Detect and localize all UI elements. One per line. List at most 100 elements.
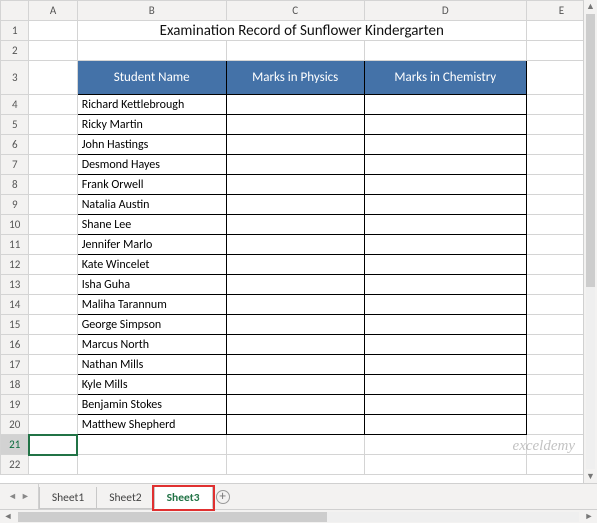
vscroll-track[interactable] <box>586 14 595 469</box>
cell-A18[interactable] <box>29 375 77 395</box>
cell-A16[interactable] <box>29 335 77 355</box>
column-header[interactable]: A <box>29 1 77 21</box>
row-header[interactable]: 6 <box>1 135 29 155</box>
row-header[interactable]: 13 <box>1 275 29 295</box>
row-header[interactable]: 4 <box>1 95 29 115</box>
cell-A8[interactable] <box>29 175 77 195</box>
row-header[interactable]: 19 <box>1 395 29 415</box>
cell-B10[interactable]: Shane Lee <box>77 215 226 235</box>
cell-B12[interactable]: Kate Wincelet <box>77 255 226 275</box>
row-header[interactable]: 8 <box>1 175 29 195</box>
cell-D21[interactable] <box>364 435 526 455</box>
row-header[interactable]: 15 <box>1 315 29 335</box>
cell-D14[interactable] <box>364 295 526 315</box>
scroll-left-icon[interactable]: ◄ <box>0 511 16 522</box>
cell-A11[interactable] <box>29 235 77 255</box>
cell-D5[interactable] <box>364 115 526 135</box>
cell-D18[interactable] <box>364 375 526 395</box>
cell-A21[interactable] <box>29 435 77 455</box>
cell-B7[interactable]: Desmond Hayes <box>77 155 226 175</box>
column-header[interactable]: C <box>226 1 364 21</box>
cell-D17[interactable] <box>364 355 526 375</box>
cell-D13[interactable] <box>364 275 526 295</box>
horizontal-scrollbar[interactable]: ◄ ► <box>0 509 597 523</box>
cell-B9[interactable]: Natalia Austin <box>77 195 226 215</box>
cell-A12[interactable] <box>29 255 77 275</box>
cell-A4[interactable] <box>29 95 77 115</box>
cell-A6[interactable] <box>29 135 77 155</box>
cell-C22[interactable] <box>226 455 364 475</box>
cell-A3[interactable] <box>29 61 77 95</box>
row-header[interactable]: 22 <box>1 455 29 475</box>
cell-B8[interactable]: Frank Orwell <box>77 175 226 195</box>
cell-C5[interactable] <box>226 115 364 135</box>
cell-D15[interactable] <box>364 315 526 335</box>
cell-A14[interactable] <box>29 295 77 315</box>
cell-D3[interactable]: Marks in Chemistry <box>364 61 526 95</box>
sheet-tab-sheet1[interactable]: Sheet1 <box>39 487 97 509</box>
scroll-down-icon[interactable]: ▼ <box>584 471 597 482</box>
tab-nav-prev-icon[interactable]: ◄ <box>8 491 17 502</box>
sheet-tab-sheet3[interactable]: Sheet3 <box>154 487 213 509</box>
cell-C21[interactable] <box>226 435 364 455</box>
cell-C18[interactable] <box>226 375 364 395</box>
cell-D7[interactable] <box>364 155 526 175</box>
cell-C13[interactable] <box>226 275 364 295</box>
cell-B22[interactable] <box>77 455 226 475</box>
cell-B20[interactable]: Matthew Shepherd <box>77 415 226 435</box>
cell-C11[interactable] <box>226 235 364 255</box>
row-header[interactable]: 18 <box>1 375 29 395</box>
cell-C6[interactable] <box>226 135 364 155</box>
cell-B3[interactable]: Student Name <box>77 61 226 95</box>
cell-C14[interactable] <box>226 295 364 315</box>
sheet-tab-sheet2[interactable]: Sheet2 <box>96 487 154 509</box>
cell-A1[interactable] <box>29 21 77 41</box>
row-header[interactable]: 3 <box>1 61 29 95</box>
row-header[interactable]: 9 <box>1 195 29 215</box>
row-header[interactable]: 21 <box>1 435 29 455</box>
cell-C17[interactable] <box>226 355 364 375</box>
cell-D10[interactable] <box>364 215 526 235</box>
scroll-up-icon[interactable]: ▲ <box>584 1 597 12</box>
cell-B15[interactable]: George Simpson <box>77 315 226 335</box>
cell-B17[interactable]: Nathan Mills <box>77 355 226 375</box>
row-header[interactable]: 5 <box>1 115 29 135</box>
cell-A19[interactable] <box>29 395 77 415</box>
cell-D12[interactable] <box>364 255 526 275</box>
cell-C7[interactable] <box>226 155 364 175</box>
cell-D2[interactable] <box>364 41 526 61</box>
cell-C3[interactable]: Marks in Physics <box>226 61 364 95</box>
scroll-right-icon[interactable]: ► <box>581 511 597 522</box>
row-header[interactable]: 14 <box>1 295 29 315</box>
cell-A10[interactable] <box>29 215 77 235</box>
cell-B1[interactable]: Examination Record of Sunflower Kinderga… <box>77 21 526 41</box>
row-header[interactable]: 17 <box>1 355 29 375</box>
cell-A15[interactable] <box>29 315 77 335</box>
vscroll-thumb[interactable] <box>586 14 595 287</box>
cell-A13[interactable] <box>29 275 77 295</box>
cell-B11[interactable]: Jennifer Marlo <box>77 235 226 255</box>
cell-B16[interactable]: Marcus North <box>77 335 226 355</box>
tab-nav-next-icon[interactable]: ► <box>21 491 30 502</box>
cell-C15[interactable] <box>226 315 364 335</box>
cell-B6[interactable]: John Hastings <box>77 135 226 155</box>
row-header[interactable]: 2 <box>1 41 29 61</box>
cell-C10[interactable] <box>226 215 364 235</box>
add-sheet-button[interactable]: + <box>212 484 234 509</box>
cell-D6[interactable] <box>364 135 526 155</box>
cell-C8[interactable] <box>226 175 364 195</box>
select-all-corner[interactable] <box>1 1 29 21</box>
cell-C2[interactable] <box>226 41 364 61</box>
cell-D16[interactable] <box>364 335 526 355</box>
row-header[interactable]: 1 <box>1 21 29 41</box>
hscroll-thumb[interactable] <box>18 512 327 522</box>
hscroll-track[interactable] <box>18 512 579 522</box>
cell-D22[interactable] <box>364 455 526 475</box>
cell-A7[interactable] <box>29 155 77 175</box>
cell-C20[interactable] <box>226 415 364 435</box>
row-header[interactable]: 20 <box>1 415 29 435</box>
column-header[interactable]: B <box>77 1 226 21</box>
cell-B18[interactable]: Kyle Mills <box>77 375 226 395</box>
cell-C19[interactable] <box>226 395 364 415</box>
cell-B5[interactable]: Ricky Martin <box>77 115 226 135</box>
